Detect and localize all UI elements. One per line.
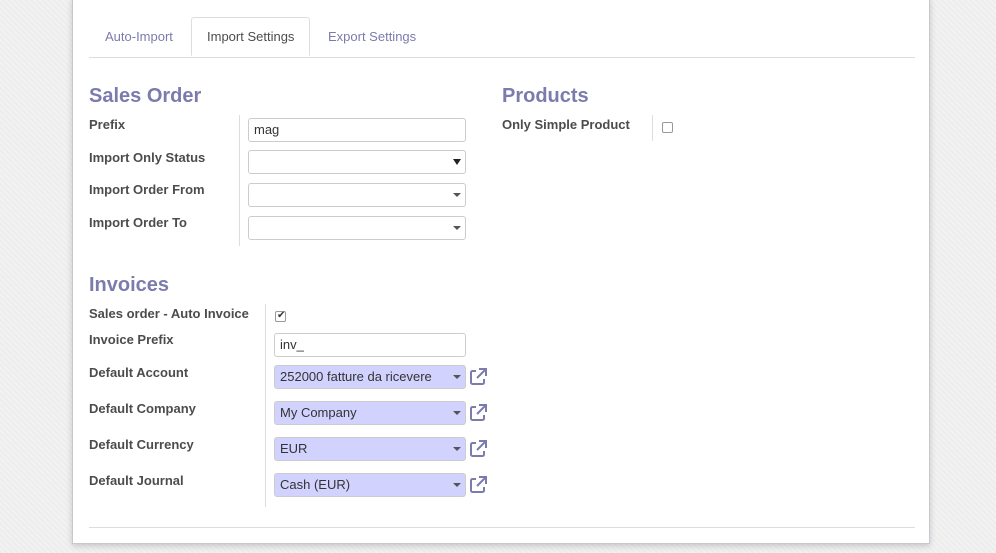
chevron-down-icon[interactable]	[453, 483, 461, 487]
invoices-title: Invoices	[89, 274, 170, 296]
default-company-label: Default Company	[89, 401, 196, 416]
auto-invoice-label: Sales order - Auto Invoice	[89, 306, 249, 321]
default-account-value: 252000 fatture da ricevere	[280, 369, 432, 384]
external-link-icon[interactable]	[468, 439, 488, 459]
default-account-select[interactable]: 252000 fatture da ricevere	[274, 365, 466, 389]
products-title: Products	[502, 85, 589, 107]
prefix-input[interactable]: mag	[248, 118, 466, 142]
default-company-value: My Company	[280, 405, 357, 420]
default-journal-select[interactable]: Cash (EUR)	[274, 473, 466, 497]
field-divider	[239, 115, 240, 246]
chevron-down-icon	[453, 226, 461, 230]
chevron-down-icon	[453, 193, 461, 197]
default-journal-value: Cash (EUR)	[280, 477, 351, 492]
notebook-tabs: Auto-Import Import Settings Export Setti…	[89, 17, 915, 58]
sales-order-title: Sales Order	[89, 85, 202, 107]
default-currency-value: EUR	[280, 441, 308, 456]
import-order-from-input[interactable]	[248, 183, 466, 207]
chevron-down-icon[interactable]	[453, 375, 461, 379]
chevron-down-icon	[453, 159, 461, 165]
invoice-prefix-label: Invoice Prefix	[89, 332, 174, 347]
import-order-to-input[interactable]	[248, 216, 466, 240]
field-divider	[652, 115, 653, 141]
chevron-down-icon[interactable]	[453, 447, 461, 451]
import-order-from-label: Import Order From	[89, 182, 205, 197]
tab-export-settings[interactable]: Export Settings	[328, 17, 416, 56]
external-link-icon[interactable]	[468, 367, 488, 387]
default-company-select[interactable]: My Company	[274, 401, 466, 425]
auto-invoice-checkbox[interactable]: ✔	[275, 310, 286, 322]
tab-auto-import[interactable]: Auto-Import	[105, 17, 173, 56]
default-journal-label: Default Journal	[89, 473, 184, 488]
default-account-label: Default Account	[89, 365, 189, 380]
tab-import-settings[interactable]: Import Settings	[191, 17, 311, 56]
prefix-label: Prefix	[89, 117, 126, 132]
bottom-divider	[89, 527, 915, 528]
default-currency-select[interactable]: EUR	[274, 437, 466, 461]
only-simple-product-checkbox[interactable]	[662, 122, 673, 133]
chevron-down-icon[interactable]	[453, 411, 461, 415]
only-simple-product-label: Only Simple Product	[502, 117, 630, 132]
default-currency-label: Default Currency	[89, 437, 194, 452]
external-link-icon[interactable]	[468, 475, 488, 495]
field-divider	[265, 304, 266, 507]
invoice-prefix-input[interactable]: inv_	[274, 333, 466, 357]
import-only-status-select[interactable]	[248, 150, 466, 174]
import-only-status-label: Import Only Status	[89, 150, 206, 165]
import-order-to-label: Import Order To	[89, 215, 187, 230]
check-icon: ✔	[277, 310, 286, 321]
external-link-icon[interactable]	[468, 403, 488, 423]
form-sheet: Auto-Import Import Settings Export Setti…	[72, 0, 930, 544]
